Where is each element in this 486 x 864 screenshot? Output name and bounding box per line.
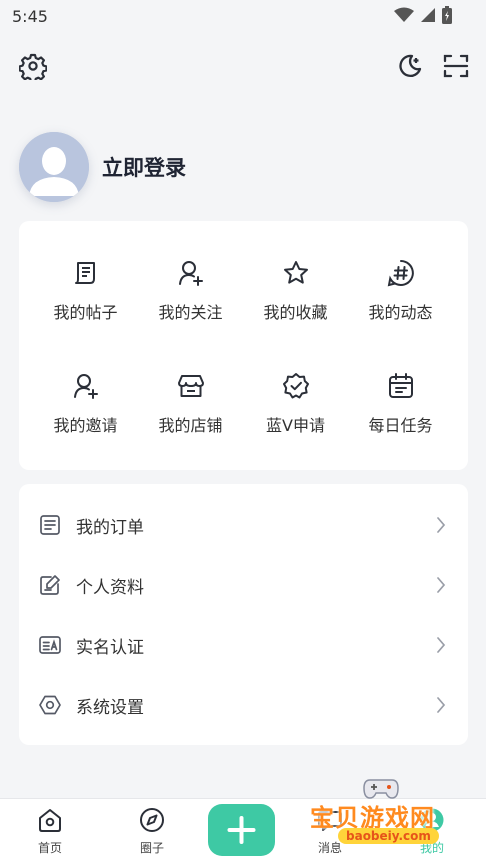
star-icon [283, 261, 308, 284]
chevron-right-icon [437, 697, 446, 713]
signal-icon [421, 8, 435, 22]
menu-list-card: 我的订单 个人资料 实名认证 系统设置 [19, 484, 468, 745]
edit-profile-icon [40, 575, 60, 595]
hashtag-icon [387, 260, 414, 287]
follow-icon [178, 261, 203, 286]
grid-label: 我的店铺 [158, 416, 223, 435]
watermark: 宝贝游戏网 baobeiy.com [306, 776, 466, 862]
add-post-button[interactable] [208, 804, 275, 856]
grid-label: 我的收藏 [263, 303, 328, 322]
list-item-orders[interactable]: 我的订单 [19, 500, 468, 550]
nav-label: 首页 [37, 841, 62, 855]
nav-item-home[interactable]: 首页 [15, 807, 85, 856]
night-mode-icon[interactable] [396, 52, 424, 80]
chevron-right-icon [437, 577, 446, 593]
store-icon [177, 375, 204, 397]
grid-label: 我的帖子 [53, 303, 118, 322]
grid-label: 我的邀请 [53, 416, 118, 435]
list-label: 我的订单 [76, 517, 144, 538]
list-label: 系统设置 [76, 697, 144, 718]
verified-badge-icon [282, 373, 309, 399]
id-card-icon [39, 636, 61, 654]
grid-item-daily-tasks[interactable]: 每日任务 [348, 372, 453, 436]
nav-label: 圈子 [139, 841, 164, 855]
list-item-profile[interactable]: 个人资料 [19, 560, 468, 610]
watermark-url: baobeiy.com [338, 828, 439, 844]
grid-item-blue-v[interactable]: 蓝V申请 [243, 372, 348, 436]
calendar-icon [388, 373, 413, 398]
plus-icon [227, 816, 256, 844]
grid-item-activity[interactable]: 我的动态 [348, 259, 453, 323]
gear-icon[interactable] [19, 52, 47, 80]
grid-label: 蓝V申请 [266, 416, 325, 435]
default-avatar-icon [19, 132, 89, 202]
grid-item-invites[interactable]: 我的邀请 [33, 372, 138, 436]
invite-icon [73, 374, 98, 399]
list-item-real-name[interactable]: 实名认证 [19, 620, 468, 670]
grid-item-favorites[interactable]: 我的收藏 [243, 259, 348, 323]
scan-icon[interactable] [442, 52, 470, 80]
status-time: 5:45 [12, 7, 48, 26]
post-icon [74, 262, 95, 284]
list-label: 实名认证 [76, 637, 144, 658]
list-item-settings[interactable]: 系统设置 [19, 680, 468, 730]
profile-header[interactable]: 立即登录 [19, 132, 186, 202]
list-label: 个人资料 [76, 577, 144, 598]
grid-label: 每日任务 [368, 416, 433, 435]
battery-icon [442, 6, 452, 24]
grid-label: 我的关注 [158, 303, 223, 322]
grid-item-store[interactable]: 我的店铺 [138, 372, 243, 436]
avatar[interactable] [19, 132, 89, 202]
feature-grid-card: 我的帖子 我的关注 我的收藏 我的动态 我的邀请 我的店铺 蓝V申请 每日任务 [19, 221, 468, 470]
chevron-right-icon [437, 517, 446, 533]
grid-item-posts[interactable]: 我的帖子 [33, 259, 138, 323]
login-link[interactable]: 立即登录 [102, 152, 186, 182]
nav-item-circle[interactable]: 圈子 [117, 807, 187, 856]
grid-item-follows[interactable]: 我的关注 [138, 259, 243, 323]
order-icon [40, 515, 60, 535]
compass-icon [140, 808, 164, 832]
home-icon [39, 809, 61, 832]
status-bar: 5:45 [0, 0, 486, 34]
grid-label: 我的动态 [368, 303, 433, 322]
chevron-right-icon [437, 637, 446, 653]
status-icons [394, 6, 452, 24]
hexagon-settings-icon [39, 695, 61, 715]
wifi-icon [394, 7, 414, 22]
